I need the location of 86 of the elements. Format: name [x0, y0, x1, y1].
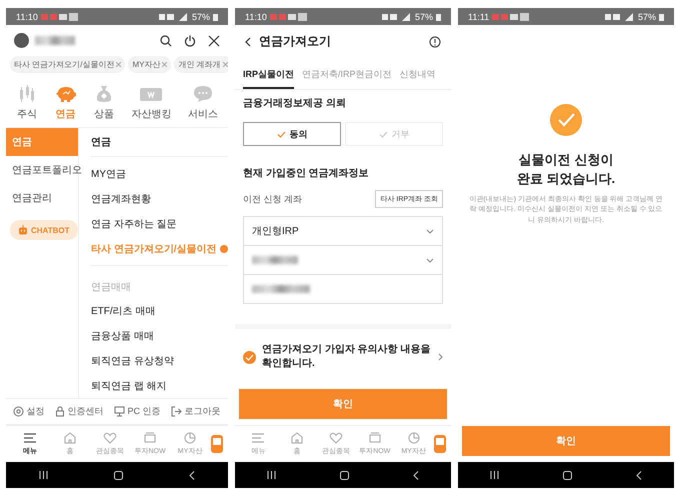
- section-title: 현재 가입중인 연금계좌정보: [242, 167, 370, 181]
- battery-level: 57%: [192, 12, 210, 22]
- card-icon: [139, 85, 164, 103]
- monitor-icon: [114, 406, 126, 417]
- sidebar-item[interactable]: 연금관리: [6, 184, 78, 212]
- menu-item[interactable]: 연금계좌현황: [91, 186, 228, 211]
- section-title: 금융거래정보제공 의뢰: [242, 97, 347, 111]
- notification-icons: [40, 12, 79, 20]
- recent-menu-chip[interactable]: MY자산: [128, 56, 172, 73]
- battery-level: 57%: [414, 12, 433, 22]
- category-tab[interactable]: 자산뱅킹: [131, 85, 172, 121]
- menu-item[interactable]: 퇴직연금 유상청약: [91, 348, 228, 373]
- notification-icons: [492, 12, 530, 20]
- lock-icon: [55, 406, 66, 417]
- home-icon: [63, 432, 77, 444]
- category-tab[interactable]: 서비스: [188, 85, 218, 121]
- settings-icon: [13, 406, 24, 417]
- field-label: 이전 신청 계좌: [243, 192, 302, 206]
- search-icon[interactable]: [160, 34, 172, 46]
- tv-icon: [368, 432, 382, 444]
- check-circle-icon: [549, 103, 583, 137]
- status-time: 11:11: [468, 12, 490, 22]
- heart-icon: [103, 432, 117, 444]
- recent-menu-chip[interactable]: 타사 연금가져오기/실물이전: [10, 56, 126, 73]
- menu-icon: [251, 432, 266, 444]
- status-time: 11:10: [245, 12, 267, 22]
- option-button[interactable]: 동의: [243, 122, 341, 146]
- phone-icon[interactable]: [210, 434, 224, 454]
- menu-item[interactable]: ETF/리츠 매매: [91, 298, 228, 323]
- home-button-icon[interactable]: [340, 470, 349, 480]
- recent-apps-icon[interactable]: [490, 471, 499, 479]
- chevron-down-icon: [426, 258, 434, 262]
- blurred-name: [35, 36, 75, 45]
- phone-icon[interactable]: [432, 434, 447, 454]
- page-title: 연금가져오기: [259, 33, 331, 50]
- signal-icons: [604, 12, 635, 20]
- battery-icon: [213, 12, 218, 20]
- info-icon[interactable]: [429, 36, 441, 48]
- tv-icon: [143, 432, 157, 444]
- signal-icons: [382, 12, 412, 20]
- battery-level: 57%: [638, 12, 656, 22]
- chat-bubble-icon: [192, 85, 214, 103]
- menu-item[interactable]: 금융상품 매매: [91, 323, 228, 348]
- menu-item[interactable]: 퇴직연금 랩 해지: [91, 373, 228, 398]
- robot-icon: [18, 225, 28, 235]
- footer-link[interactable]: 설정: [13, 405, 44, 418]
- menu-icon: [23, 432, 37, 444]
- close-icon[interactable]: [208, 34, 220, 46]
- check-icon: [276, 130, 286, 138]
- blurred-account-number: [252, 285, 310, 293]
- menu-heading: 연금: [91, 128, 228, 157]
- section-label: 연금매매: [91, 265, 228, 298]
- category-tab[interactable]: 상품: [92, 85, 115, 121]
- back-icon[interactable]: [245, 36, 251, 46]
- recent-menu-chip[interactable]: 개인 계좌개: [174, 56, 228, 73]
- battery-icon: [659, 12, 664, 20]
- chevron-down-icon: [426, 228, 434, 234]
- pie-chart-icon: [183, 432, 197, 444]
- menu-item[interactable]: MY연금: [91, 161, 228, 186]
- recent-apps-icon[interactable]: [267, 471, 276, 479]
- footer-link[interactable]: PC 인증: [114, 405, 160, 418]
- tab[interactable]: IRP실물이전: [243, 62, 294, 89]
- home-button-icon[interactable]: [114, 470, 123, 480]
- check-icon: [378, 130, 388, 138]
- check-icon: [245, 354, 254, 360]
- logout-icon: [171, 406, 182, 417]
- pie-chart-icon: [406, 432, 421, 444]
- category-tab[interactable]: 주식: [16, 85, 38, 121]
- footer-link[interactable]: 인증센터: [55, 405, 104, 418]
- piggy-bank-icon: [54, 85, 77, 103]
- signal-icons: [158, 12, 189, 20]
- agreement-text: 연금가져오기 가입자 유의사항 내용을 확인합니다.: [262, 343, 432, 371]
- avatar-icon: [14, 33, 29, 48]
- notification-icons: [270, 12, 308, 20]
- footer-link[interactable]: 로그아웃: [171, 405, 220, 418]
- recent-apps-icon[interactable]: [39, 471, 48, 479]
- battery-icon: [436, 12, 441, 20]
- checkbox[interactable]: [243, 350, 256, 364]
- completion-title: 실물이전 신청이 완료 되었습니다.: [516, 151, 616, 188]
- heart-icon: [328, 432, 343, 444]
- power-icon[interactable]: [184, 34, 196, 46]
- home-button-icon[interactable]: [563, 470, 572, 480]
- status-time: 11:10: [16, 12, 38, 22]
- chevron-right-icon[interactable]: [438, 353, 443, 361]
- home-icon: [290, 432, 304, 444]
- menu-item[interactable]: 연금 자주하는 질문: [91, 211, 228, 236]
